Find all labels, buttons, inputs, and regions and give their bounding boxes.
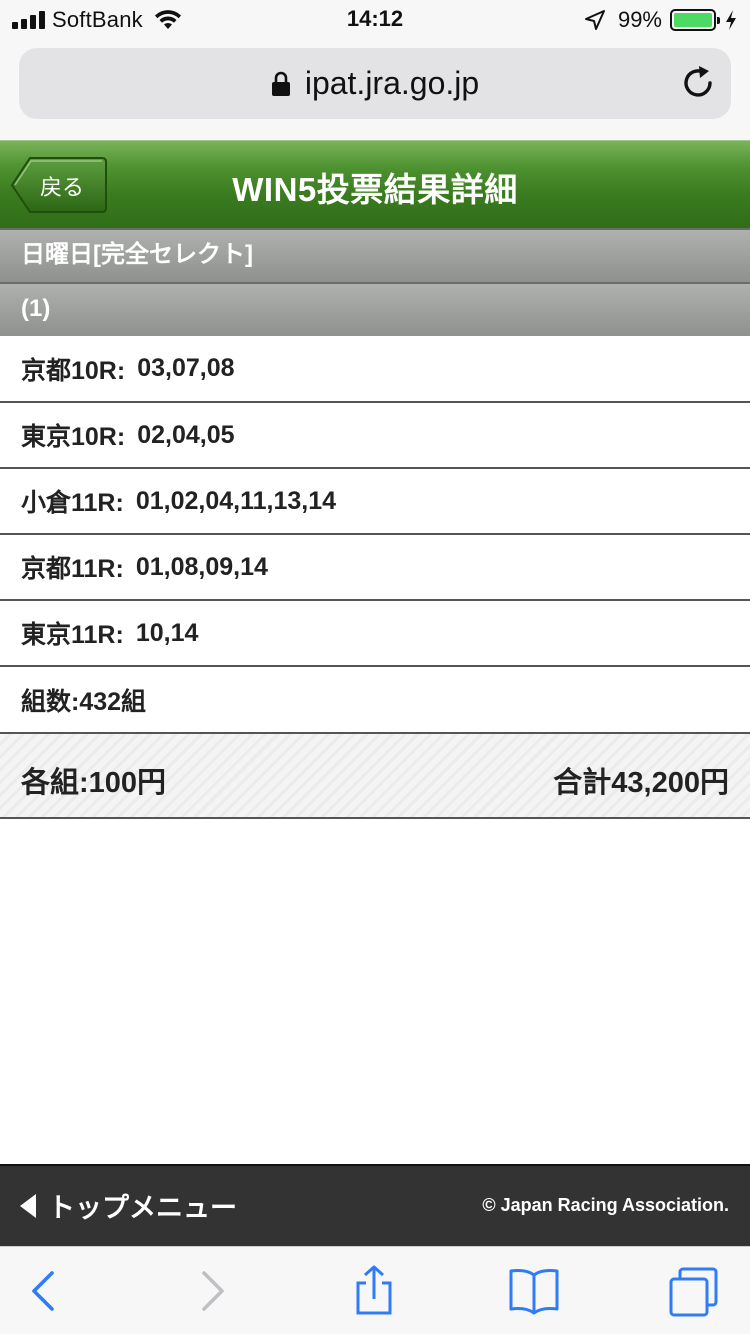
race-selection: 01,08,09,14 <box>135 552 268 581</box>
combination-count: 組数:432組 <box>21 687 147 716</box>
url-wrap: ipat.jra.go.jp <box>19 48 731 119</box>
reload-icon[interactable] <box>679 64 717 102</box>
battery-fill <box>674 13 712 27</box>
forward-arrow-icon[interactable] <box>186 1265 238 1317</box>
address-bar[interactable]: ipat.jra.go.jp <box>19 48 731 119</box>
race-row: 東京11R: 10,14 <box>0 599 750 665</box>
race-row: 東京10R: 02,04,05 <box>0 401 750 467</box>
race-selection: 01,02,04,11,13,14 <box>135 486 337 515</box>
copyright-text: © Japan Racing Association. <box>482 1195 729 1215</box>
tabs-icon[interactable] <box>668 1265 720 1317</box>
left-triangle-icon <box>20 1193 36 1218</box>
browser-address-area: ipat.jra.go.jp <box>0 40 750 140</box>
race-row: 小倉11R: 01,02,04,11,13,14 <box>0 467 750 533</box>
battery-icon <box>670 9 720 31</box>
lock-icon <box>271 71 290 96</box>
bookmarks-icon[interactable] <box>508 1265 560 1317</box>
race-row: 京都11R: 01,08,09,14 <box>0 533 750 599</box>
charging-bolt-icon <box>726 10 736 30</box>
race-name: 東京11R: <box>21 621 124 649</box>
total-amount: 合計43,200円 <box>553 767 729 799</box>
combination-count-row: 組数:432組 <box>0 665 750 732</box>
race-selection: 02,04,05 <box>137 420 235 449</box>
app-header: 戻る WIN5投票結果詳細 <box>0 140 750 228</box>
share-icon[interactable] <box>348 1265 400 1317</box>
top-menu-label: トップメニュー <box>48 1193 237 1223</box>
amount-per-combination: 各組:100円 <box>21 767 167 799</box>
amount-summary: 各組:100円 合計43,200円 <box>0 732 750 819</box>
ticket-number-header: (1) <box>0 282 750 336</box>
browser-toolbar <box>0 1246 750 1334</box>
race-row: 京都10R: 03,07,08 <box>0 336 750 401</box>
race-selection: 10,14 <box>135 618 199 647</box>
battery-percent: 99% <box>617 7 662 32</box>
race-list: 京都10R: 03,07,08 東京10R: 02,04,05 小倉11R: 0… <box>0 336 750 732</box>
location-arrow-icon <box>584 10 605 30</box>
race-name: 東京10R: <box>21 423 126 451</box>
top-menu-link[interactable]: トップメニュー <box>18 1186 237 1225</box>
race-selection: 03,07,08 <box>137 354 235 382</box>
status-right: 99% <box>584 6 738 34</box>
page-title: WIN5投票結果詳細 <box>232 171 518 208</box>
day-section-header: 日曜日[完全セレクト] <box>0 228 750 282</box>
race-name: 小倉11R: <box>21 489 124 517</box>
race-name: 京都11R: <box>21 555 124 583</box>
site-footer: トップメニュー © Japan Racing Association. <box>0 1164 750 1246</box>
race-name: 京都10R: <box>21 356 126 385</box>
back-arrow-icon[interactable] <box>18 1265 70 1317</box>
status-bar: SoftBank 14:12 99% <box>0 0 750 40</box>
url-text: ipat.jra.go.jp <box>304 65 480 101</box>
